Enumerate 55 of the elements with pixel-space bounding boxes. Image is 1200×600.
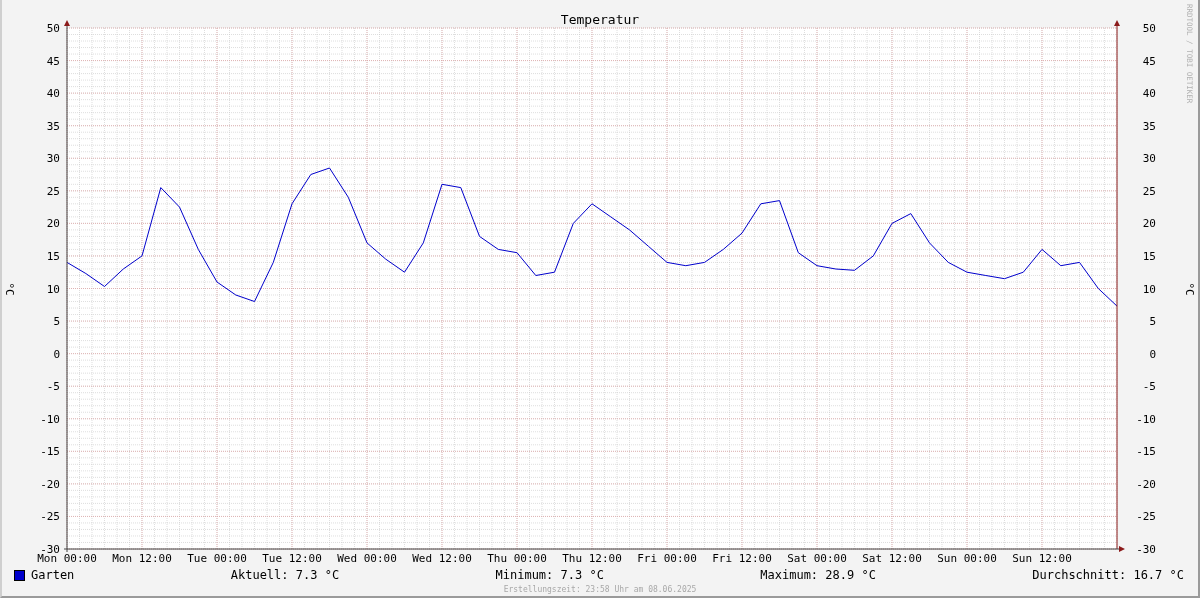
y-tick-label: 45	[46, 54, 60, 68]
y-tick-label: 0	[53, 347, 60, 361]
y-tick-label: 10	[1142, 282, 1156, 296]
y-tick-label: 25	[1142, 184, 1156, 198]
y-tick-label: 5	[53, 315, 60, 329]
y-tick-label: 35	[46, 119, 60, 133]
chart-title: Temperatur	[560, 12, 640, 27]
y-axis-label: °C	[1183, 282, 1196, 296]
y-axis-label: °C	[3, 282, 16, 296]
y-tick-label: -30	[1136, 543, 1156, 556]
y-tick-label: 0	[1149, 347, 1156, 361]
y-tick-label: 20	[1142, 217, 1156, 231]
x-tick-label: Sat 00:00	[787, 552, 847, 565]
legend-stat: Aktuell: 7.3 °C	[230, 568, 340, 582]
x-tick-label: Wed 00:00	[337, 552, 397, 565]
x-tick-label: Thu 12:00	[562, 552, 622, 565]
creation-time: Erstellungszeit: 23:58 Uhr am 08.06.2025	[502, 585, 698, 594]
x-tick-label: Fri 12:00	[712, 552, 772, 565]
y-tick-label: 50	[1142, 22, 1156, 35]
legend-stat: Maximum: 28.9 °C	[760, 568, 876, 582]
x-tick-label: Fri 00:00	[637, 552, 697, 565]
x-tick-label: Tue 00:00	[187, 552, 247, 565]
y-tick-label: -25	[40, 510, 60, 524]
legend-stat: Durchschnitt: 16.7 °C	[1032, 568, 1184, 582]
y-tick-label: 15	[46, 249, 60, 263]
y-tick-label: -5	[1142, 380, 1156, 394]
y-tick-label: 40	[46, 87, 60, 101]
y-tick-label: 35	[1142, 119, 1156, 133]
y-tick-label: 30	[46, 152, 60, 166]
y-tick-label: 10	[46, 282, 60, 296]
x-tick-label: Sun 00:00	[937, 552, 997, 565]
y-tick-label: 30	[1142, 152, 1156, 166]
y-tick-label: -15	[1136, 445, 1156, 459]
y-tick-label: -20	[1136, 477, 1156, 491]
y-tick-label: 5	[1149, 315, 1156, 329]
y-tick-label: -15	[40, 445, 60, 459]
y-tick-label: 40	[1142, 87, 1156, 101]
x-tick-label: Sun 12:00	[1012, 552, 1072, 565]
y-tick-label: -25	[1136, 510, 1156, 524]
x-tick-label: Mon 12:00	[112, 552, 172, 565]
x-tick-label: Wed 12:00	[412, 552, 472, 565]
y-tick-label: 20	[46, 217, 60, 231]
y-tick-label: -20	[40, 477, 60, 491]
x-tick-label: Thu 00:00	[487, 552, 547, 565]
x-tick-label: Tue 12:00	[262, 552, 322, 565]
y-tick-label: -10	[40, 412, 60, 426]
y-tick-label: -10	[1136, 412, 1156, 426]
legend-stat: Minimum: 7.3 °C	[495, 568, 604, 582]
x-tick-label: Sat 12:00	[862, 552, 922, 565]
y-tick-label: 25	[46, 184, 60, 198]
y-tick-label: -5	[46, 380, 60, 394]
legend-label: Garten	[31, 568, 75, 582]
y-tick-label: 45	[1142, 54, 1156, 68]
y-tick-label: 15	[1142, 249, 1156, 263]
y-tick-label: 50	[46, 22, 60, 35]
